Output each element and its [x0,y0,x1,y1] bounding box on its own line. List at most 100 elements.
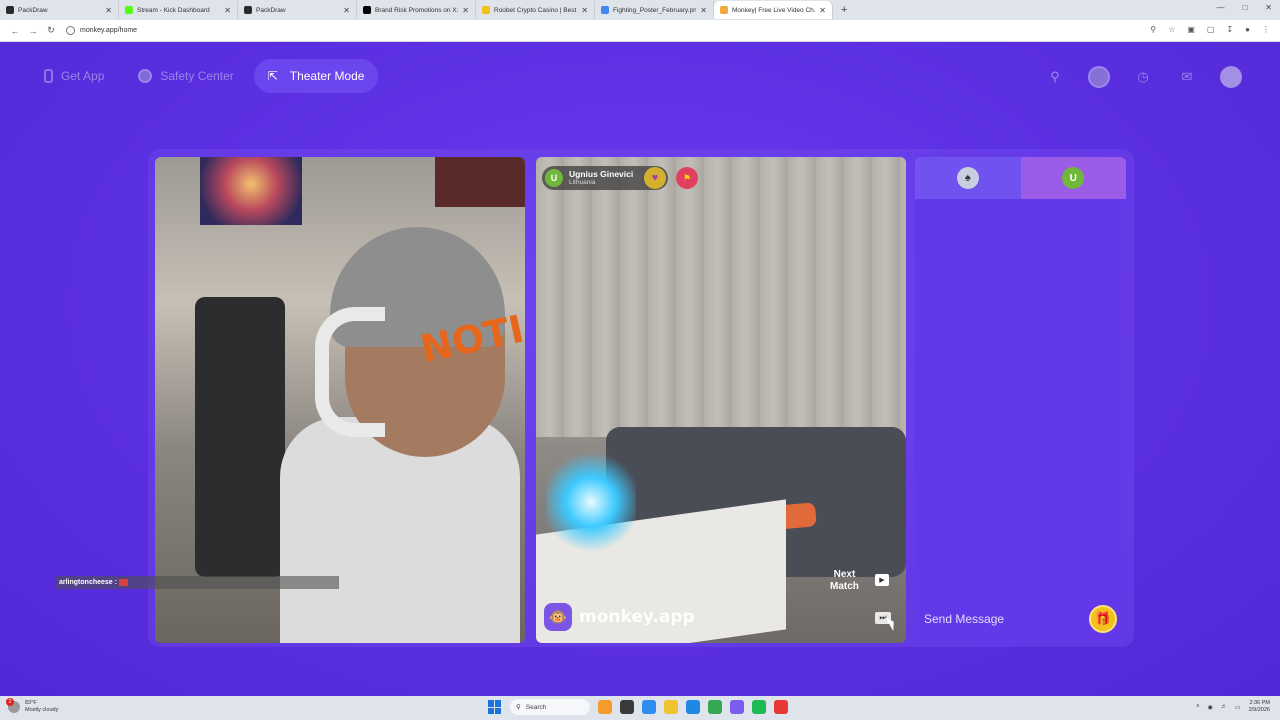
task-view-icon[interactable] [620,700,634,714]
weather-text: 83°F Mostly cloudy [25,700,58,714]
volume-icon[interactable]: ♬ [1221,704,1227,710]
messages-icon[interactable]: ✉ [1176,66,1198,88]
weather-badge: 2 [6,698,14,706]
monkey-watermark: 🐵 monkey.app [544,603,695,631]
self-video: NOTI [155,157,525,643]
clock-time: 2:36 PM [1249,700,1270,706]
chat-tab-peer[interactable]: U [1020,157,1126,199]
safety-center-label: Safety Center [160,69,234,83]
taskbar-search[interactable]: ⚲ Search [510,699,590,715]
window-controls: — □ ✕ [1216,3,1272,12]
download-icon[interactable]: ↧ [1226,25,1233,34]
heart-icon[interactable]: ♥ [644,167,666,189]
light-glow [546,447,636,557]
close-window-icon[interactable]: ✕ [1265,3,1272,12]
peer-name: Ugnius Ginevici [569,169,634,179]
chat-panel: ♠ U 🎁 [915,157,1126,643]
windows-taskbar: 2 83°F Mostly cloudy ⚲ Search ˄ ◉ ♬ ▭ 2:… [0,696,1280,720]
chat-tabs: ♠ U [915,157,1126,199]
flag-icon[interactable]: ⚑ [676,167,698,189]
browser-tab[interactable]: Fighting_Poster_February.png (...✕ [595,1,714,19]
new-tab-button[interactable]: + [841,4,847,16]
reload-icon[interactable]: ↻ [42,25,60,36]
site-info-icon[interactable] [66,26,75,35]
taskbar-app-pizza-icon[interactable] [598,700,612,714]
windows-start-icon[interactable] [488,700,502,714]
send-message-input[interactable] [924,612,1089,626]
edge-browser-icon[interactable] [686,700,700,714]
tab-favicon-icon [125,6,133,14]
weather-desc: Mostly cloudy [25,707,59,713]
tab-favicon-icon [601,6,609,14]
taskbar-app-copilot-icon[interactable] [642,700,656,714]
chrome-browser-icon[interactable] [708,700,722,714]
peer-video: U Ugnius Ginevici Lithuania ♥ ⚑ 🐵 monkey… [536,157,906,643]
file-explorer-icon[interactable] [664,700,678,714]
curtain [536,157,906,437]
menu-icon[interactable]: ⋮ [1262,25,1270,34]
search-icon[interactable]: ⚲ [1044,66,1066,88]
tab-close-icon[interactable]: ✕ [343,6,350,15]
next-match-button[interactable]: Next Match [830,569,859,593]
send-message-row: 🎁 [915,595,1126,643]
headset [315,307,385,437]
url-field[interactable]: monkey.app/home [66,26,137,35]
tab-close-icon[interactable]: ✕ [224,6,231,15]
gift-icon[interactable]: 🎁 [1089,605,1117,633]
safety-center-button[interactable]: Safety Center [124,59,247,93]
top-navigation: Get App Safety Center ⇱ Theater Mode [30,59,379,93]
sidebar-icon[interactable]: ▢ [1207,25,1215,34]
profile-avatar-icon[interactable] [1088,66,1110,88]
chat-tab-self[interactable]: ♠ [915,157,1021,199]
profile-icon[interactable]: ● [1245,25,1250,34]
play-icon[interactable]: ▶ [875,574,889,586]
clock-date: 2/9/2026 [1248,707,1270,713]
minimize-icon[interactable]: — [1216,3,1224,12]
peer-avatar: U [545,169,563,187]
wifi-icon[interactable]: ◉ [1208,704,1213,711]
forward-icon[interactable]: → [24,26,42,36]
chat-overlay-name: arlingtoncheese : [59,579,117,586]
weather-icon: 2 [6,698,20,713]
address-bar-actions: ⚲ ☆ ▣ ▢ ↧ ● ⋮ [1150,25,1270,34]
taskbar-clock[interactable]: 2:36 PM 2/9/2026 [1249,700,1270,714]
expand-icon: ⇱ [267,69,278,83]
browser-tab[interactable]: Brand Risk Promotions on X: "...✕ [357,1,476,19]
get-app-button[interactable]: Get App [30,59,118,93]
spotify-icon[interactable] [752,700,766,714]
tab-favicon-icon [244,6,252,14]
history-icon[interactable]: ◷ [1132,66,1154,88]
browser-tab[interactable]: PackDraw ✕ [0,1,119,19]
self-avatar-icon: ♠ [956,167,979,189]
bookmark-star-icon[interactable]: ☆ [1168,25,1175,34]
browser-tab[interactable]: Stream - Kick Dashboard ✕ [119,1,238,19]
tab-favicon-icon [720,6,728,14]
tab-favicon-icon [482,6,490,14]
tab-title: Fighting_Poster_February.png (... [613,6,697,14]
peer-country: Lithuania [569,179,596,186]
battery-icon[interactable]: ▭ [1235,704,1241,711]
wall-poster [200,157,302,225]
taskbar-apps: ⚲ Search [488,699,788,715]
browser-tab[interactable]: Roobet Crypto Casino | Best Bit... ✕ [476,1,595,19]
tab-close-icon[interactable]: ✕ [462,6,469,15]
weather-widget[interactable]: 2 83°F Mostly cloudy [6,698,58,714]
get-app-label: Get App [61,69,105,83]
extensions-icon[interactable]: ▣ [1187,25,1195,34]
theater-mode-button[interactable]: ⇱ Theater Mode [253,59,379,93]
tray-chevron-icon[interactable]: ˄ [1196,704,1200,710]
next-match-line1: Next [833,569,856,580]
background-shelf [435,157,525,207]
taskbar-app-red-icon[interactable] [774,700,788,714]
zoom-icon[interactable]: ⚲ [1150,25,1156,34]
back-icon[interactable]: ← [6,26,24,36]
tab-close-icon[interactable]: ✕ [581,6,588,15]
taskbar-app-monkey-icon[interactable] [730,700,744,714]
tab-close-icon[interactable]: ✕ [819,6,826,15]
tab-close-icon[interactable]: ✕ [700,6,707,15]
maximize-icon[interactable]: □ [1242,3,1247,12]
browser-tab[interactable]: PackDraw ✕ [238,1,357,19]
tab-close-icon[interactable]: ✕ [105,6,112,15]
browser-tab[interactable]: Monkey| Free Live Video Ch... ✕ [714,1,833,19]
monkey-avatar-icon[interactable] [1220,66,1242,88]
